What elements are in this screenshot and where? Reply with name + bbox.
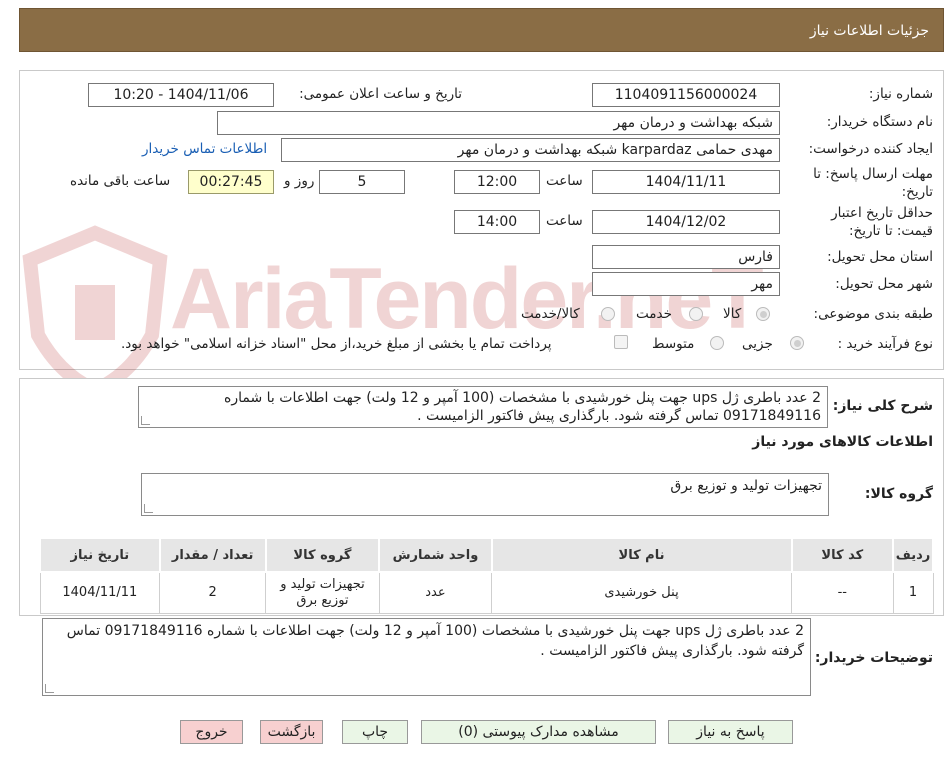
resize-grip-icon[interactable] — [141, 416, 150, 425]
col-row: ردیف — [892, 537, 934, 573]
category-label: طبقه بندی موضوعی: — [813, 306, 933, 322]
category-option-service: خدمت — [636, 306, 672, 322]
goods-group-textarea[interactable]: تجهیزات تولید و توزیع برق — [141, 473, 829, 516]
payment-note: پرداخت تمام یا بخشی از مبلغ خرید،از محل … — [121, 336, 552, 352]
col-group: گروه کالا — [264, 537, 381, 573]
print-button[interactable]: چاپ — [342, 720, 408, 744]
treasury-payment-checkbox[interactable] — [614, 335, 628, 349]
goods-table: ردیف کد کالا نام کالا واحد شمارش گروه کا… — [39, 537, 934, 614]
buyer-notes-text: 2 عدد باطری ژل ups جهت پنل خورشیدی با مش… — [66, 623, 804, 659]
resize-grip-icon[interactable] — [45, 684, 54, 693]
cell-date: 1404/11/11 — [39, 571, 161, 614]
city-label: شهر محل تحویل: — [835, 276, 933, 292]
category-radio-service[interactable] — [689, 307, 703, 321]
validity-time-field: 14:00 — [454, 210, 540, 234]
table-row: 1 -- پنل خورشیدی عدد تجهیزات تولید و توز… — [39, 571, 934, 614]
cell-group: تجهیزات تولید و توزیع برق — [265, 571, 380, 614]
province-label: استان محل تحویل: — [827, 249, 933, 265]
category-radio-goods[interactable] — [756, 307, 770, 321]
need-number-label: شماره نیاز: — [868, 86, 933, 102]
category-radio-both[interactable] — [601, 307, 615, 321]
cell-unit: عدد — [378, 571, 493, 614]
resize-grip-icon[interactable] — [144, 504, 153, 513]
need-number-field: 1104091156000024 — [592, 83, 780, 107]
city-field: مهر — [592, 272, 780, 296]
col-qty: تعداد / مقدار — [158, 537, 267, 573]
deadline-date-field: 1404/11/11 — [592, 170, 780, 194]
goods-section-title: اطلاعات کالاهای مورد نیاز — [752, 434, 933, 450]
page-title: جزئیات اطلاعات نیاز — [809, 23, 929, 39]
days-label: روز و — [284, 173, 315, 189]
category-option-goods: کالا — [723, 306, 742, 322]
category-option-both: کالا/خدمت — [521, 306, 580, 322]
goods-group-label: گروه کالا: — [864, 486, 933, 502]
announce-date-label: تاریخ و ساعت اعلان عمومی: — [299, 86, 462, 102]
back-button[interactable]: بازگشت — [260, 720, 323, 744]
buyer-org-field: شبکه بهداشت و درمان مهر — [217, 111, 780, 135]
deadline-label: مهلت ارسال پاسخ: تا — [813, 166, 933, 182]
process-option-minor: جزیی — [742, 336, 773, 352]
col-date: تاریخ نیاز — [39, 537, 161, 573]
deadline-label-2: تاریخ: — [901, 184, 933, 200]
cell-row: 1 — [892, 571, 934, 614]
col-name: نام کالا — [490, 537, 793, 573]
cell-code: -- — [791, 571, 894, 614]
validity-label: حداقل تاریخ اعتبار — [831, 205, 933, 221]
summary-text: 2 عدد باطری ژل ups جهت پنل خورشیدی با مش… — [224, 390, 821, 424]
validity-date-field: 1404/12/02 — [592, 210, 780, 234]
validity-label-2: قیمت: تا تاریخ: — [849, 223, 933, 239]
process-type-label: نوع فرآیند خرید : — [837, 336, 933, 352]
goods-table-wrapper: ردیف کد کالا نام کالا واحد شمارش گروه کا… — [39, 537, 934, 614]
deadline-time-field: 12:00 — [454, 170, 540, 194]
col-code: کد کالا — [790, 537, 895, 573]
validity-time-label: ساعت — [546, 213, 583, 229]
goods-group-text: تجهیزات تولید و توزیع برق — [670, 478, 822, 494]
buyer-org-label: نام دستگاه خریدار: — [826, 114, 933, 130]
creator-label: ایجاد کننده درخواست: — [808, 141, 933, 157]
buyer-notes-textarea[interactable]: 2 عدد باطری ژل ups جهت پنل خورشیدی با مش… — [42, 618, 811, 696]
page-header: جزئیات اطلاعات نیاز — [19, 8, 944, 52]
exit-button[interactable]: خروج — [180, 720, 243, 744]
remaining-days-field: 5 — [319, 170, 405, 194]
col-unit: واحد شمارش — [378, 537, 493, 573]
province-field: فارس — [592, 245, 780, 269]
summary-textarea[interactable]: 2 عدد باطری ژل ups جهت پنل خورشیدی با مش… — [138, 386, 828, 428]
summary-label: شرح کلی نیاز: — [832, 398, 933, 414]
process-option-medium: متوسط — [652, 336, 695, 352]
reply-button[interactable]: پاسخ به نیاز — [668, 720, 793, 744]
deadline-time-label: ساعت — [546, 173, 583, 189]
creator-field: مهدی حمامی karpardaz شبکه بهداشت و درمان… — [281, 138, 780, 162]
view-attachments-button[interactable]: مشاهده مدارک پیوستی (0) — [421, 720, 656, 744]
cell-qty: 2 — [159, 571, 267, 614]
announce-date-field: 1404/11/06 - 10:20 — [88, 83, 274, 107]
table-header-row: ردیف کد کالا نام کالا واحد شمارش گروه کا… — [39, 537, 934, 573]
buyer-notes-label: توضیحات خریدار: — [814, 650, 933, 666]
remaining-time-field: 00:27:45 — [188, 170, 274, 194]
process-radio-medium[interactable] — [710, 336, 724, 350]
cell-name: پنل خورشیدی — [491, 571, 793, 614]
buyer-contact-link[interactable]: اطلاعات تماس خریدار — [142, 141, 267, 157]
process-radio-minor[interactable] — [790, 336, 804, 350]
remaining-time-label: ساعت باقی مانده — [70, 173, 171, 189]
